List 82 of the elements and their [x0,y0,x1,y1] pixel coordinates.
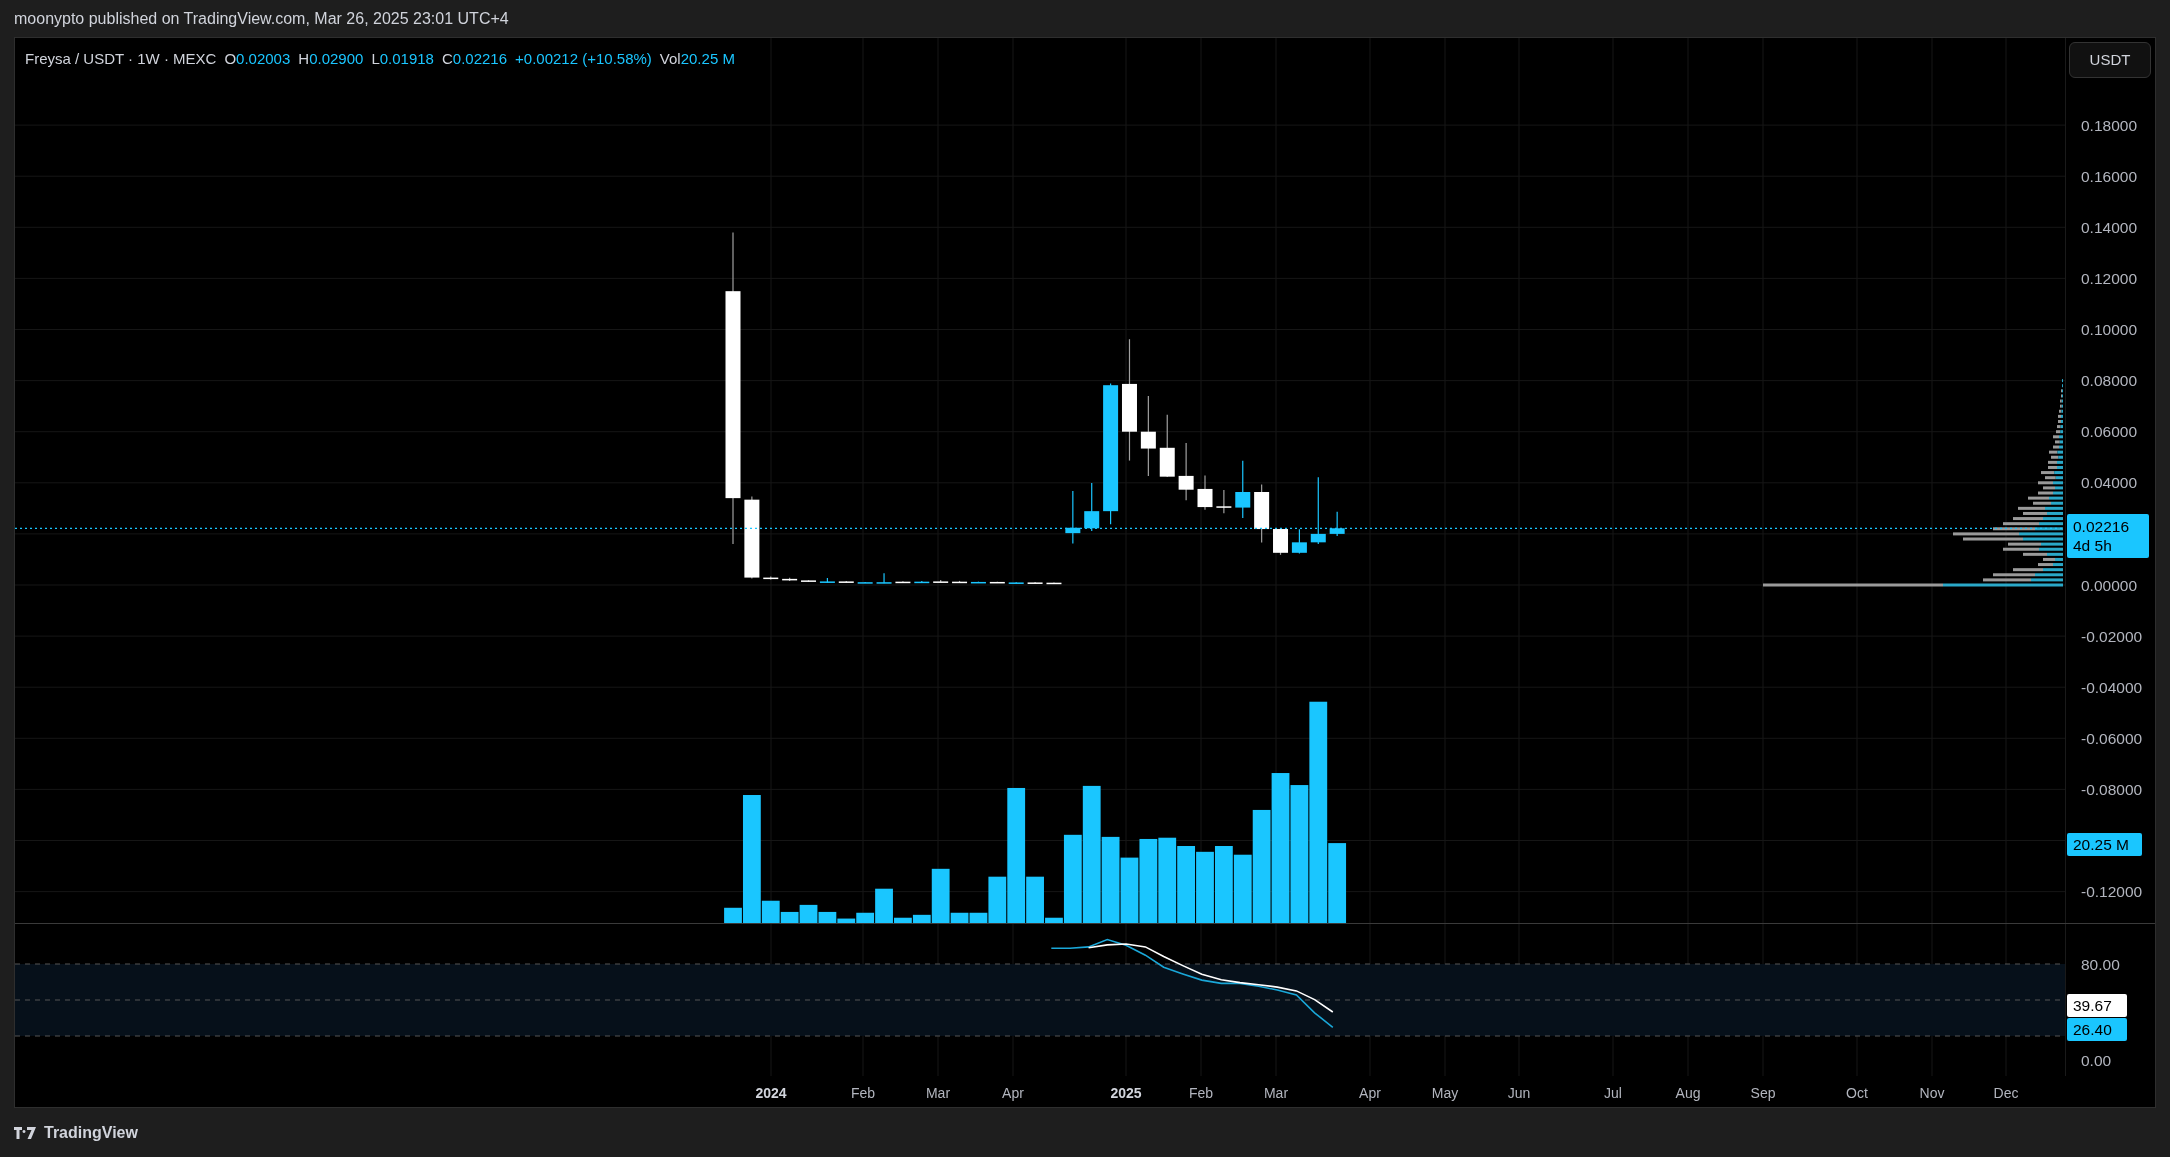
price-axis-label: 0.06000 [2081,423,2138,441]
price-change: +0.00212 (+10.58%) [515,49,652,69]
time-axis-label: Apr [1002,1084,1024,1103]
candle [1235,460,1251,519]
ohlc-value: 0.02900 [309,49,364,69]
candle [801,579,816,583]
time-axis-label: 2024 [755,1084,787,1103]
candle [1008,581,1024,584]
candle [838,580,854,584]
price-axis-label: -0.08000 [2081,780,2143,798]
candle [1084,482,1100,532]
ohlc-label: C [441,49,453,69]
time-axis-label: Jul [1604,1084,1622,1103]
candle [782,577,798,582]
currency-button[interactable]: USDT [2069,42,2151,78]
time-axis-label: Sep [1750,1084,1776,1103]
time-axis-label: Jun [1507,1084,1531,1103]
candle [876,572,892,584]
price-tag: 0.02216 4d 5h [2067,514,2149,558]
candle [763,575,779,580]
time-axis-label: Mar [925,1084,951,1103]
price-axis-label: 0.12000 [2081,269,2138,287]
price-axis-label: 0.08000 [2081,372,2138,390]
volume-value: 20.25 M [680,49,735,69]
time-axis-label: Feb [1188,1084,1214,1103]
candle [952,580,968,584]
ohlc-label: L [371,49,380,69]
candle [970,581,986,584]
average-tag: 39.67 [2067,994,2127,1017]
candle [1310,476,1326,545]
tradingview-logo-icon[interactable] [14,1126,36,1139]
price-axis-label: 0.04000 [2081,474,2138,492]
ohlc-label: O [224,49,237,69]
brand-name[interactable]: TradingView [44,1120,138,1145]
price-axis-label: 0.00000 [2081,576,2138,594]
candle [914,580,930,584]
volume-bar [1196,851,1214,923]
candle [819,577,835,584]
price-axis-label: 0.16000 [2081,167,2138,185]
candle [1178,442,1194,501]
price-axis-label: -0.12000 [2081,883,2143,901]
symbol-title: Freysa / USDT · 1W · MEXC [25,49,217,69]
rsi-axis-label: 0.00 [2081,1051,2112,1069]
volume-tag: 20.25 M [2067,833,2142,856]
publish-info: moonypto published on TradingView.com, Mar 26, 2025 23:01 UTC+4 [14,8,509,29]
ohlc-value: 0.01918 [379,49,434,69]
price-axis-label: 0.10000 [2081,321,2138,338]
time-axis-label: Dec [1993,1084,2019,1103]
ohlc-value: 0.02003 [236,49,291,69]
time-axis-label: Apr [1359,1084,1381,1103]
candle [1291,528,1307,555]
candle [857,581,873,584]
price-axis-label: -0.06000 [2081,729,2143,747]
candle [1254,484,1270,544]
candle [1027,581,1043,584]
price-axis-label: -0.04000 [2081,678,2143,696]
price-axis-label: 0.18000 [2081,116,2138,134]
time-axis-label: Mar [1263,1084,1289,1103]
ohlc-value: 0.02216 [452,49,508,69]
time-axis-label: Nov [1919,1084,1945,1103]
candle [1159,414,1175,478]
candle [895,580,911,584]
time-axis-label: May [1431,1084,1459,1103]
price-axis-label: 0.14000 [2081,218,2138,236]
time-axis-label: 2025 [1110,1084,1142,1103]
candle [1197,474,1213,511]
candle [1273,527,1288,556]
candle [989,581,1005,584]
volume-label: Vol [659,49,681,69]
rsi-tag: 26.40 [2067,1018,2127,1041]
time-axis-label: Aug [1675,1084,1701,1103]
volume-bar [1120,857,1139,923]
ohlc-label: H [298,49,310,69]
price-axis-label: -0.02000 [2081,627,2143,645]
rsi-axis-label: 80.00 [2081,955,2120,973]
time-axis-label: Oct [1846,1084,1868,1103]
time-axis-label: Feb [850,1084,876,1103]
candle [1216,489,1232,514]
candle [1329,511,1345,537]
candle [1046,581,1062,585]
candle [1065,490,1081,545]
candle [933,579,949,583]
